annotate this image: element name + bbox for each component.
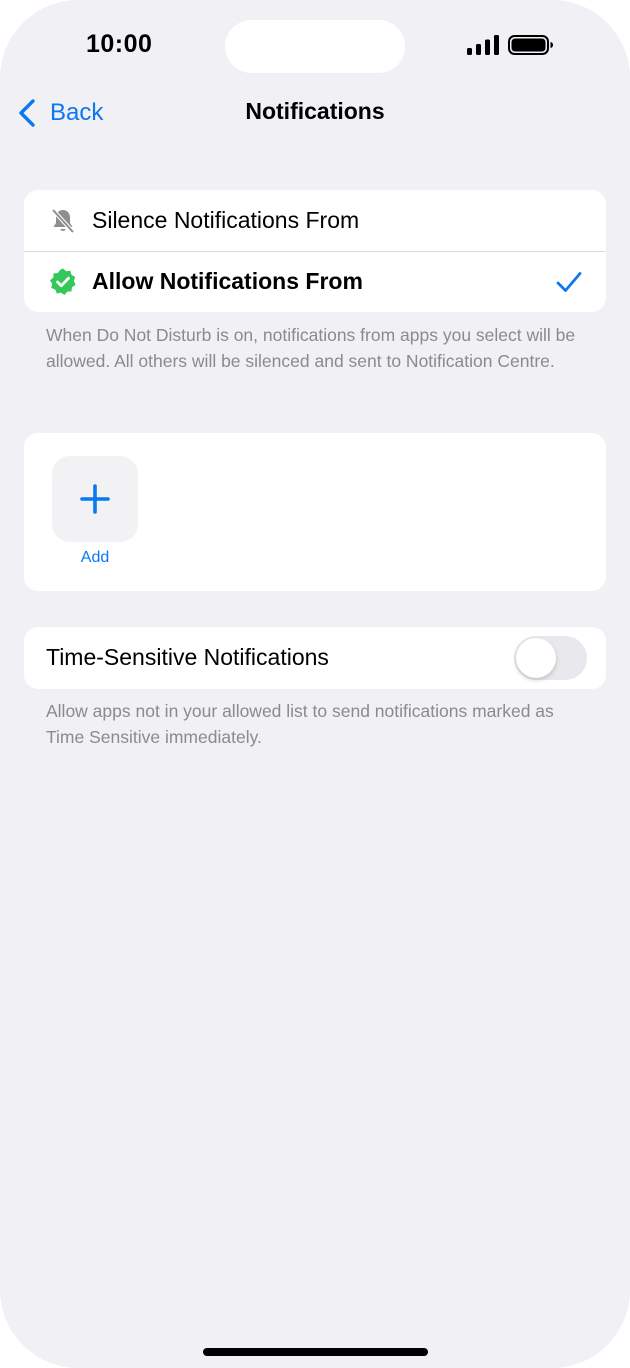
page-title: Notifications — [245, 98, 385, 124]
allow-notifications-option[interactable]: Allow Notifications From — [24, 251, 606, 312]
cellular-signal-icon — [467, 35, 499, 55]
time-sensitive-footer-text: Allow apps not in your allowed list to s… — [46, 701, 554, 747]
time-sensitive-row: Time-Sensitive Notifications — [24, 627, 606, 689]
time-sensitive-label: Time-Sensitive Notifications — [46, 644, 329, 670]
plus-icon — [80, 484, 110, 514]
mode-footer-text: When Do Not Disturb is on, notifications… — [46, 325, 576, 371]
add-app-button[interactable] — [52, 456, 138, 542]
toggle-knob — [516, 638, 556, 678]
bell-slash-icon — [51, 208, 75, 233]
silence-notifications-option[interactable]: Silence Notifications From — [24, 190, 606, 251]
battery-full-icon — [508, 35, 553, 55]
green-check-badge-icon — [50, 268, 76, 295]
checkmark-icon — [556, 271, 582, 292]
status-time: 10:00 — [86, 30, 153, 58]
notification-mode-list: Silence Notifications From Allow Notific… — [24, 190, 606, 312]
allow-notifications-label: Allow Notifications From — [92, 268, 363, 294]
add-app-label[interactable]: Add — [52, 549, 138, 567]
home-indicator[interactable] — [203, 1348, 428, 1356]
allowed-apps-card: Add — [24, 433, 606, 591]
dynamic-island — [225, 20, 405, 73]
time-sensitive-toggle[interactable] — [514, 636, 587, 680]
silence-notifications-label: Silence Notifications From — [92, 207, 360, 233]
phone-screen: 10:00 Back Notifications Silence Notific… — [0, 0, 630, 1368]
